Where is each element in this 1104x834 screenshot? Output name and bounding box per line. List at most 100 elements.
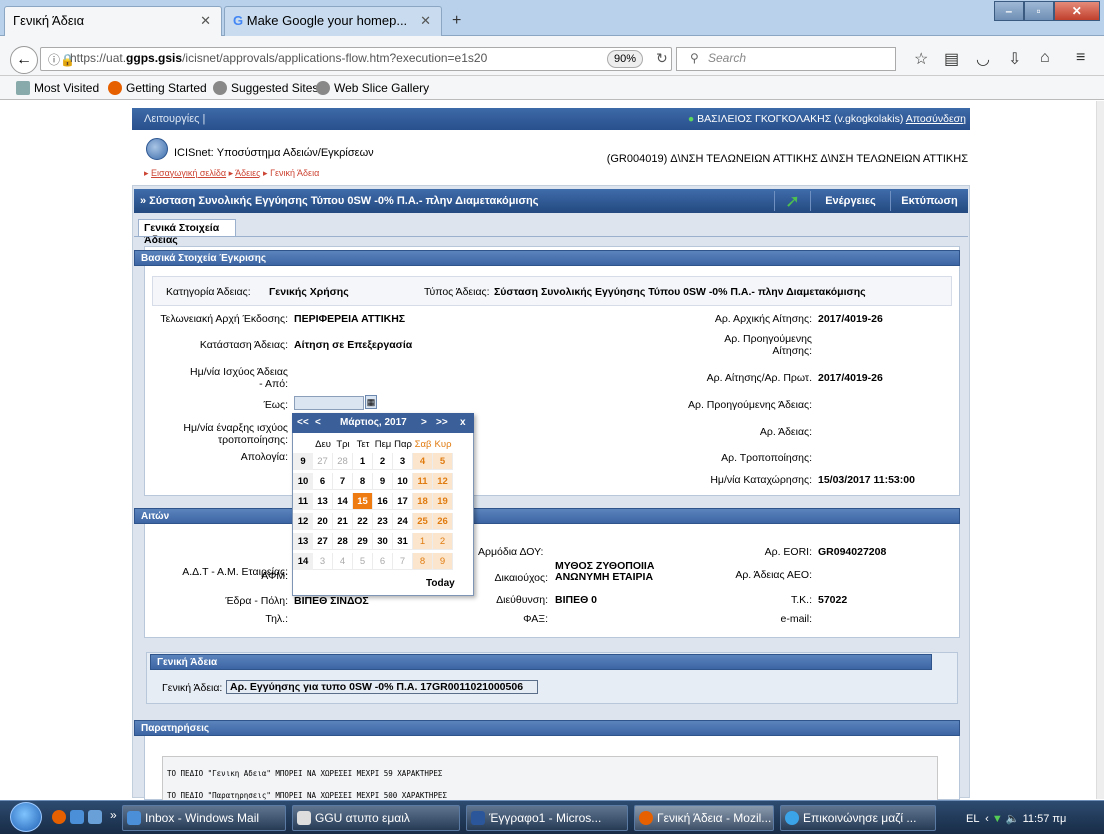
valid-to-input[interactable] — [294, 396, 364, 410]
firefox-quicklaunch-icon[interactable] — [52, 810, 66, 824]
tab-general-permit[interactable]: Γενική Άδεια ✕ — [4, 6, 222, 36]
calendar-day[interactable]: 30 — [373, 533, 393, 550]
menu-link[interactable]: Λειτουργίες | — [144, 113, 205, 125]
close-tab-icon[interactable]: ✕ — [200, 13, 211, 29]
remarks-textarea[interactable]: ΤΟ ΠΕΔΙΟ "Γενικη Αδεια" ΜΠΟΡΕΙ ΝΑ ΧΩΡΕΣΕ… — [162, 756, 938, 802]
reload-icon[interactable]: ↻ — [656, 50, 668, 67]
valid-from-label: Ημ/νία Ισχύος Άδειας - Από: — [189, 366, 288, 390]
calendar-day[interactable]: 6 — [313, 473, 333, 490]
volume-icon[interactable]: 🔈 — [1006, 813, 1020, 825]
calendar-day[interactable]: 17 — [393, 493, 413, 510]
scrollbar[interactable] — [1096, 101, 1104, 799]
close-window-button[interactable]: ✕ — [1053, 1, 1100, 21]
calendar-day[interactable]: 22 — [353, 513, 373, 530]
calendar-day[interactable]: 21 — [333, 513, 353, 530]
desktop-quicklaunch-icon[interactable] — [88, 810, 102, 824]
next-month-button[interactable]: > — [421, 417, 427, 428]
calendar-day[interactable]: 18 — [413, 493, 433, 510]
download-icon[interactable]: ⇩ — [1008, 49, 1021, 69]
calendar-day[interactable]: 11 — [413, 473, 433, 490]
calendar-day[interactable]: 12 — [433, 473, 453, 490]
taskbar-ggu-email[interactable]: GGU ατυπο εμαιλ — [292, 805, 460, 831]
calendar-day[interactable]: 3 — [313, 553, 333, 570]
zoom-indicator[interactable]: 90% — [607, 50, 643, 68]
calendar-day[interactable]: 9 — [433, 553, 453, 570]
calendar-day[interactable]: 4 — [413, 453, 433, 470]
general-permit-field[interactable]: Αρ. Εγγύησης για τυπο 0SW -0% Π.Α. 17GR0… — [226, 680, 538, 694]
calendar-day[interactable]: 27 — [313, 533, 333, 550]
calendar-day[interactable]: 4 — [333, 553, 353, 570]
today-button[interactable]: Today — [426, 578, 455, 589]
bookmark-most-visited[interactable]: Most Visited — [16, 81, 99, 95]
calendar-day[interactable]: 5 — [433, 453, 453, 470]
tab-general-info[interactable]: Γενικά Στοιχεία Άδειας — [138, 219, 236, 246]
taskbar-word[interactable]: Έγγραφο1 - Micros... — [466, 805, 628, 831]
bookmark-folder-icon — [16, 81, 30, 95]
close-tab-icon[interactable]: ✕ — [420, 13, 431, 29]
next-year-button[interactable]: >> — [436, 417, 448, 428]
language-indicator[interactable]: EL — [966, 813, 979, 825]
calendar-day[interactable]: 3 — [393, 453, 413, 470]
bookmark-suggested-sites[interactable]: Suggested Sites — [213, 81, 318, 95]
start-button[interactable] — [10, 802, 42, 832]
calendar-day[interactable]: 25 — [413, 513, 433, 530]
pocket-icon[interactable]: ◡ — [976, 49, 990, 69]
maximize-button[interactable]: ▫ — [1023, 1, 1054, 21]
breadcrumb-permits[interactable]: Άδειες — [235, 168, 260, 178]
reading-list-icon[interactable]: ▤ — [944, 49, 959, 69]
calendar-day[interactable]: 5 — [353, 553, 373, 570]
prev-year-button[interactable]: << — [297, 417, 309, 428]
calendar-day[interactable]: 14 — [333, 493, 353, 510]
calendar-day[interactable]: 2 — [433, 533, 453, 550]
calendar-day[interactable]: 1 — [413, 533, 433, 550]
print-button[interactable]: Εκτύπωση — [890, 191, 968, 211]
calendar-day[interactable]: 20 — [313, 513, 333, 530]
taskbar-inbox[interactable]: Inbox - Windows Mail — [122, 805, 286, 831]
calendar-day[interactable]: 31 — [393, 533, 413, 550]
calendar-day[interactable]: 9 — [373, 473, 393, 490]
breadcrumb-home[interactable]: Εισαγωγική σελίδα — [151, 168, 226, 178]
calendar-day[interactable]: 27 — [313, 453, 333, 470]
calendar-day[interactable]: 15 — [353, 493, 373, 510]
quicklaunch-more-icon[interactable]: » — [110, 808, 117, 822]
calendar-day[interactable]: 26 — [433, 513, 453, 530]
explorer-quicklaunch-icon[interactable] — [70, 810, 84, 824]
calendar-day[interactable]: 16 — [373, 493, 393, 510]
calendar-day[interactable]: 8 — [413, 553, 433, 570]
calendar-day[interactable]: 23 — [373, 513, 393, 530]
actions-button[interactable]: Ενέργειες — [810, 191, 890, 211]
forward-arrow-icon[interactable]: ➚ — [774, 191, 810, 211]
calendar-icon[interactable]: ▦ — [365, 395, 377, 409]
clock[interactable]: 11:57 πμ — [1023, 813, 1067, 825]
calendar-day[interactable]: 1 — [353, 453, 373, 470]
calendar-day[interactable]: 29 — [353, 533, 373, 550]
calendar-day[interactable]: 7 — [333, 473, 353, 490]
calendar-day[interactable]: 10 — [393, 473, 413, 490]
search-placeholder: Search — [708, 51, 747, 65]
calendar-day[interactable]: 2 — [373, 453, 393, 470]
calendar-day[interactable]: 28 — [333, 533, 353, 550]
calendar-day[interactable]: 24 — [393, 513, 413, 530]
new-tab-icon[interactable]: + — [452, 12, 461, 30]
logout-link[interactable]: Αποσύνδεση — [906, 113, 966, 125]
taskbar-ie[interactable]: Επικοινώνησε μαζί ... — [780, 805, 936, 831]
bookmark-star-icon[interactable]: ☆ — [914, 49, 928, 69]
bookmark-web-slice[interactable]: Web Slice Gallery — [316, 81, 429, 95]
taskbar-firefox[interactable]: Γενική Άδεια - Mozil... — [634, 805, 774, 831]
bookmark-getting-started[interactable]: Getting Started — [108, 81, 207, 95]
calendar-day[interactable]: 8 — [353, 473, 373, 490]
calendar-day[interactable]: 7 — [393, 553, 413, 570]
prev-month-button[interactable]: < — [315, 417, 321, 428]
menu-icon[interactable]: ≡ — [1076, 49, 1085, 67]
calendar-day[interactable]: 19 — [433, 493, 453, 510]
home-icon[interactable]: ⌂ — [1040, 49, 1050, 67]
week-number: 9 — [293, 453, 313, 470]
calendar-day[interactable]: 13 — [313, 493, 333, 510]
tab-google[interactable]: G Make Google your homep... ✕ — [224, 6, 442, 36]
minimize-button[interactable]: – — [994, 1, 1024, 21]
calendar-close-button[interactable]: x — [460, 417, 466, 428]
back-button[interactable]: ← — [10, 46, 38, 74]
calendar-day[interactable]: 6 — [373, 553, 393, 570]
network-icon[interactable]: ▼ — [992, 813, 1003, 825]
calendar-day[interactable]: 28 — [333, 453, 353, 470]
